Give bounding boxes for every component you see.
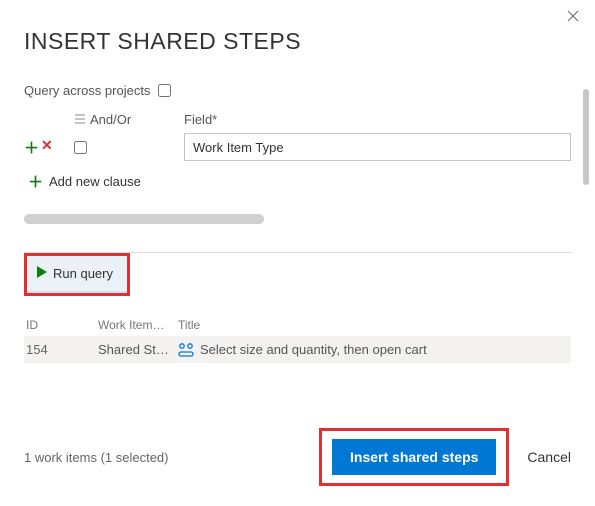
workitem-column-header: Work Item… [98, 318, 178, 332]
plus-icon: ＋ [28, 171, 43, 192]
run-query-label: Run query [53, 266, 113, 281]
clause-header: And/Or Field* [24, 112, 571, 127]
insert-shared-steps-dialog: INSERT SHARED STEPS Query across project… [0, 0, 595, 506]
add-new-clause-button[interactable]: ＋ Add new clause [28, 171, 571, 192]
title-column-header: Title [178, 318, 571, 332]
table-row[interactable]: 154 Shared St… Select size and quantity,… [24, 336, 571, 363]
row-workitem: Shared St… [98, 342, 178, 357]
andor-header-label: And/Or [90, 112, 131, 127]
add-clause-icon[interactable]: ＋ [24, 137, 39, 158]
clause-row: ＋ ✕ [24, 133, 571, 161]
insert-button-highlight: Insert shared steps [319, 428, 509, 486]
close-icon [567, 9, 579, 26]
cancel-button[interactable]: Cancel [527, 449, 571, 465]
dialog-title: INSERT SHARED STEPS [24, 28, 571, 55]
list-icon [74, 112, 90, 127]
results-table-header: ID Work Item… Title [24, 310, 571, 336]
add-clause-label: Add new clause [49, 174, 141, 189]
row-title: Select size and quantity, then open cart [200, 342, 427, 357]
selection-status: 1 work items (1 selected) [24, 450, 169, 465]
content-area: Query across projects And/Or Field* ＋ [24, 83, 571, 363]
vertical-scrollbar[interactable] [583, 89, 589, 185]
query-across-checkbox[interactable] [158, 84, 171, 97]
query-across-label: Query across projects [24, 83, 150, 98]
run-query-highlight: Run query [24, 253, 130, 296]
field-input[interactable] [184, 133, 571, 161]
row-id: 154 [26, 342, 98, 357]
shared-steps-icon [178, 343, 194, 357]
close-button[interactable] [567, 10, 579, 26]
remove-clause-icon[interactable]: ✕ [41, 137, 53, 158]
query-across-row: Query across projects [24, 83, 571, 98]
dialog-footer: 1 work items (1 selected) Insert shared … [24, 428, 571, 486]
run-query-button[interactable]: Run query [27, 256, 127, 293]
play-icon [37, 266, 47, 281]
insert-shared-steps-button[interactable]: Insert shared steps [332, 439, 496, 475]
id-column-header: ID [26, 318, 98, 332]
andor-column-header: And/Or [74, 112, 184, 127]
field-column-header: Field* [184, 112, 571, 127]
horizontal-scrollbar[interactable] [24, 214, 264, 224]
clause-andor-checkbox[interactable] [74, 141, 87, 154]
